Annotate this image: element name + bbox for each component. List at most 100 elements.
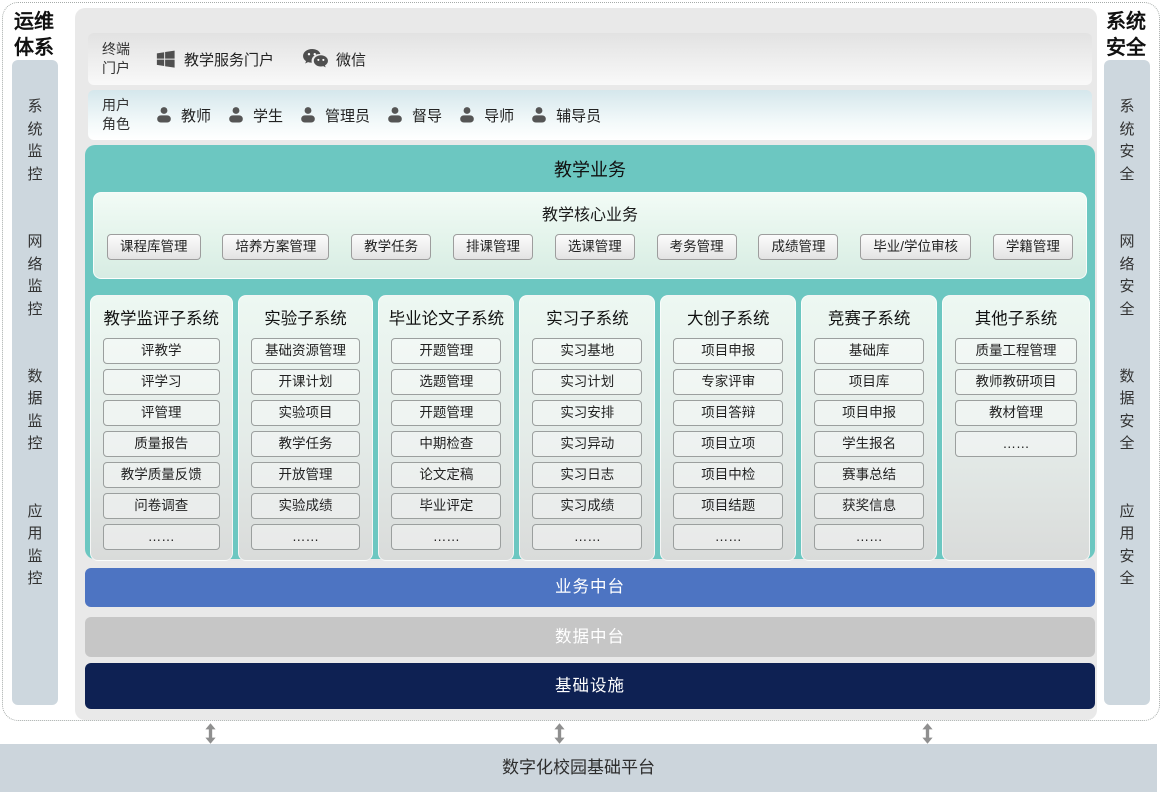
subsystem-module: 评教学 <box>103 338 220 364</box>
subsystem-module: …… <box>814 524 924 550</box>
subsystem-module: …… <box>103 524 220 550</box>
core-business-title: 教学核心业务 <box>94 193 1086 225</box>
subsystem-module: 项目中检 <box>673 462 783 488</box>
role-counselor: 辅导员 <box>529 105 601 126</box>
role-teacher: 教师 <box>154 105 211 126</box>
left-sidebar-item: 应用监控 <box>27 501 44 591</box>
subsystem-module: 实验成绩 <box>251 493 361 519</box>
portal-item-label: 微信 <box>336 49 366 70</box>
person-icon <box>457 105 477 125</box>
subsystem-module: 教师教研项目 <box>955 369 1077 395</box>
subsystem-title: 教学监评子系统 <box>91 296 232 329</box>
role-mentor: 导师 <box>457 105 514 126</box>
left-sidebar-title: 运维体系 <box>14 9 62 61</box>
teaching-business-title: 教学业务 <box>85 145 1095 182</box>
subsystem-module: 质量工程管理 <box>955 338 1077 364</box>
layer-data-middle-platform: 数据中台 <box>85 617 1095 657</box>
core-module: 教学任务 <box>351 234 431 260</box>
subsystem-module: 项目库 <box>814 369 924 395</box>
subsystem-module: 评管理 <box>103 400 220 426</box>
person-icon <box>154 105 174 125</box>
subsystem-module: 实习异动 <box>532 431 642 457</box>
person-icon <box>529 105 549 125</box>
roles-band-label: 用户角色 <box>102 96 138 134</box>
core-module: 排课管理 <box>453 234 533 260</box>
right-sidebar-title: 系统安全 <box>1106 9 1154 61</box>
subsystem-module: …… <box>391 524 501 550</box>
teaching-business-container: 教学业务 教学核心业务 课程库管理 培养方案管理 教学任务 排课管理 选课管理 … <box>85 145 1095 559</box>
subsystem-module: 毕业评定 <box>391 493 501 519</box>
subsystem-module: 实验项目 <box>251 400 361 426</box>
double-arrow-icon <box>204 723 217 744</box>
subsystem-module: 开题管理 <box>391 400 501 426</box>
portal-item-label: 教学服务门户 <box>184 49 274 70</box>
wechat-icon <box>302 48 329 71</box>
left-sidebar-item: 系统监控 <box>27 96 44 186</box>
subsystem-title: 竞赛子系统 <box>802 296 936 329</box>
role-admin: 管理员 <box>298 105 370 126</box>
subsystem-title: 实习子系统 <box>520 296 654 329</box>
subsystem-module: 质量报告 <box>103 431 220 457</box>
subsystem-competition: 竞赛子系统 基础库 项目库 项目申报 学生报名 赛事总结 获奖信息 …… <box>801 295 937 561</box>
subsystem-module: 问卷调查 <box>103 493 220 519</box>
role-student: 学生 <box>226 105 283 126</box>
subsystem-module: 基础库 <box>814 338 924 364</box>
core-business-box: 教学核心业务 课程库管理 培养方案管理 教学任务 排课管理 选课管理 考务管理 … <box>93 192 1087 279</box>
terminal-portal-band: 终端门户 教学服务门户 <box>88 33 1092 85</box>
subsystem-module: 论文定稿 <box>391 462 501 488</box>
digital-campus-platform-bar: 数字化校园基础平台 <box>0 744 1157 792</box>
core-module: 培养方案管理 <box>222 234 329 260</box>
subsystem-module: 项目结题 <box>673 493 783 519</box>
subsystem-module: 开题管理 <box>391 338 501 364</box>
core-business-items: 课程库管理 培养方案管理 教学任务 排课管理 选课管理 考务管理 成绩管理 毕业… <box>94 234 1086 260</box>
subsystem-innovation: 大创子系统 项目申报 专家评审 项目答辩 项目立项 项目中检 项目结题 …… <box>660 295 796 561</box>
subsystem-module: 实习成绩 <box>532 493 642 519</box>
role-supervisor: 督导 <box>385 105 442 126</box>
subsystem-module: 中期检查 <box>391 431 501 457</box>
core-module: 成绩管理 <box>758 234 838 260</box>
subsystem-internship: 实习子系统 实习基地 实习计划 实习安排 实习异动 实习日志 实习成绩 …… <box>519 295 655 561</box>
subsystem-module: 赛事总结 <box>814 462 924 488</box>
portal-band-label: 终端门户 <box>102 40 138 78</box>
layer-business-middle-platform: 业务中台 <box>85 568 1095 607</box>
role-items: 教师 学生 管理员 督导 导师 <box>154 105 601 126</box>
portal-item-wechat: 微信 <box>302 48 366 71</box>
portal-items: 教学服务门户 微信 <box>154 48 366 71</box>
architecture-diagram: 运维体系 系统监控 网络监控 数据监控 应用监控 系统安全 系统安全 网络安全 … <box>0 0 1163 807</box>
person-icon <box>298 105 318 125</box>
subsystem-thesis: 毕业论文子系统 开题管理 选题管理 开题管理 中期检查 论文定稿 毕业评定 …… <box>378 295 514 561</box>
subsystem-module: 教材管理 <box>955 400 1077 426</box>
subsystem-module: 项目申报 <box>673 338 783 364</box>
role-label: 辅导员 <box>556 105 601 126</box>
core-module: 选课管理 <box>555 234 635 260</box>
subsystem-title: 大创子系统 <box>661 296 795 329</box>
subsystem-other: 其他子系统 质量工程管理 教师教研项目 教材管理 …… <box>942 295 1090 561</box>
core-module: 学籍管理 <box>993 234 1073 260</box>
left-sidebar-item: 网络监控 <box>27 231 44 321</box>
subsystem-module: 选题管理 <box>391 369 501 395</box>
subsystem-module: …… <box>955 431 1077 457</box>
subsystem-module: 实习日志 <box>532 462 642 488</box>
subsystem-module: …… <box>251 524 361 550</box>
left-sidebar-item: 数据监控 <box>27 366 44 456</box>
subsystem-module: 实习安排 <box>532 400 642 426</box>
person-icon <box>226 105 246 125</box>
subsystem-module: 学生报名 <box>814 431 924 457</box>
double-arrow-icon <box>553 723 566 744</box>
core-module: 课程库管理 <box>107 234 201 260</box>
subsystem-module: 开课计划 <box>251 369 361 395</box>
role-label: 督导 <box>412 105 442 126</box>
subsystem-module: 评学习 <box>103 369 220 395</box>
subsystem-module: 专家评审 <box>673 369 783 395</box>
layer-infrastructure: 基础设施 <box>85 663 1095 709</box>
subsystem-module: …… <box>532 524 642 550</box>
user-roles-band: 用户角色 教师 学生 管理员 督导 <box>88 90 1092 140</box>
subsystem-module: 项目申报 <box>814 400 924 426</box>
subsystem-module: …… <box>673 524 783 550</box>
subsystem-module: 教学任务 <box>251 431 361 457</box>
double-arrow-icon <box>921 723 934 744</box>
role-label: 学生 <box>253 105 283 126</box>
right-sidebar-item: 网络安全 <box>1119 231 1136 321</box>
person-icon <box>385 105 405 125</box>
subsystem-module: 开放管理 <box>251 462 361 488</box>
